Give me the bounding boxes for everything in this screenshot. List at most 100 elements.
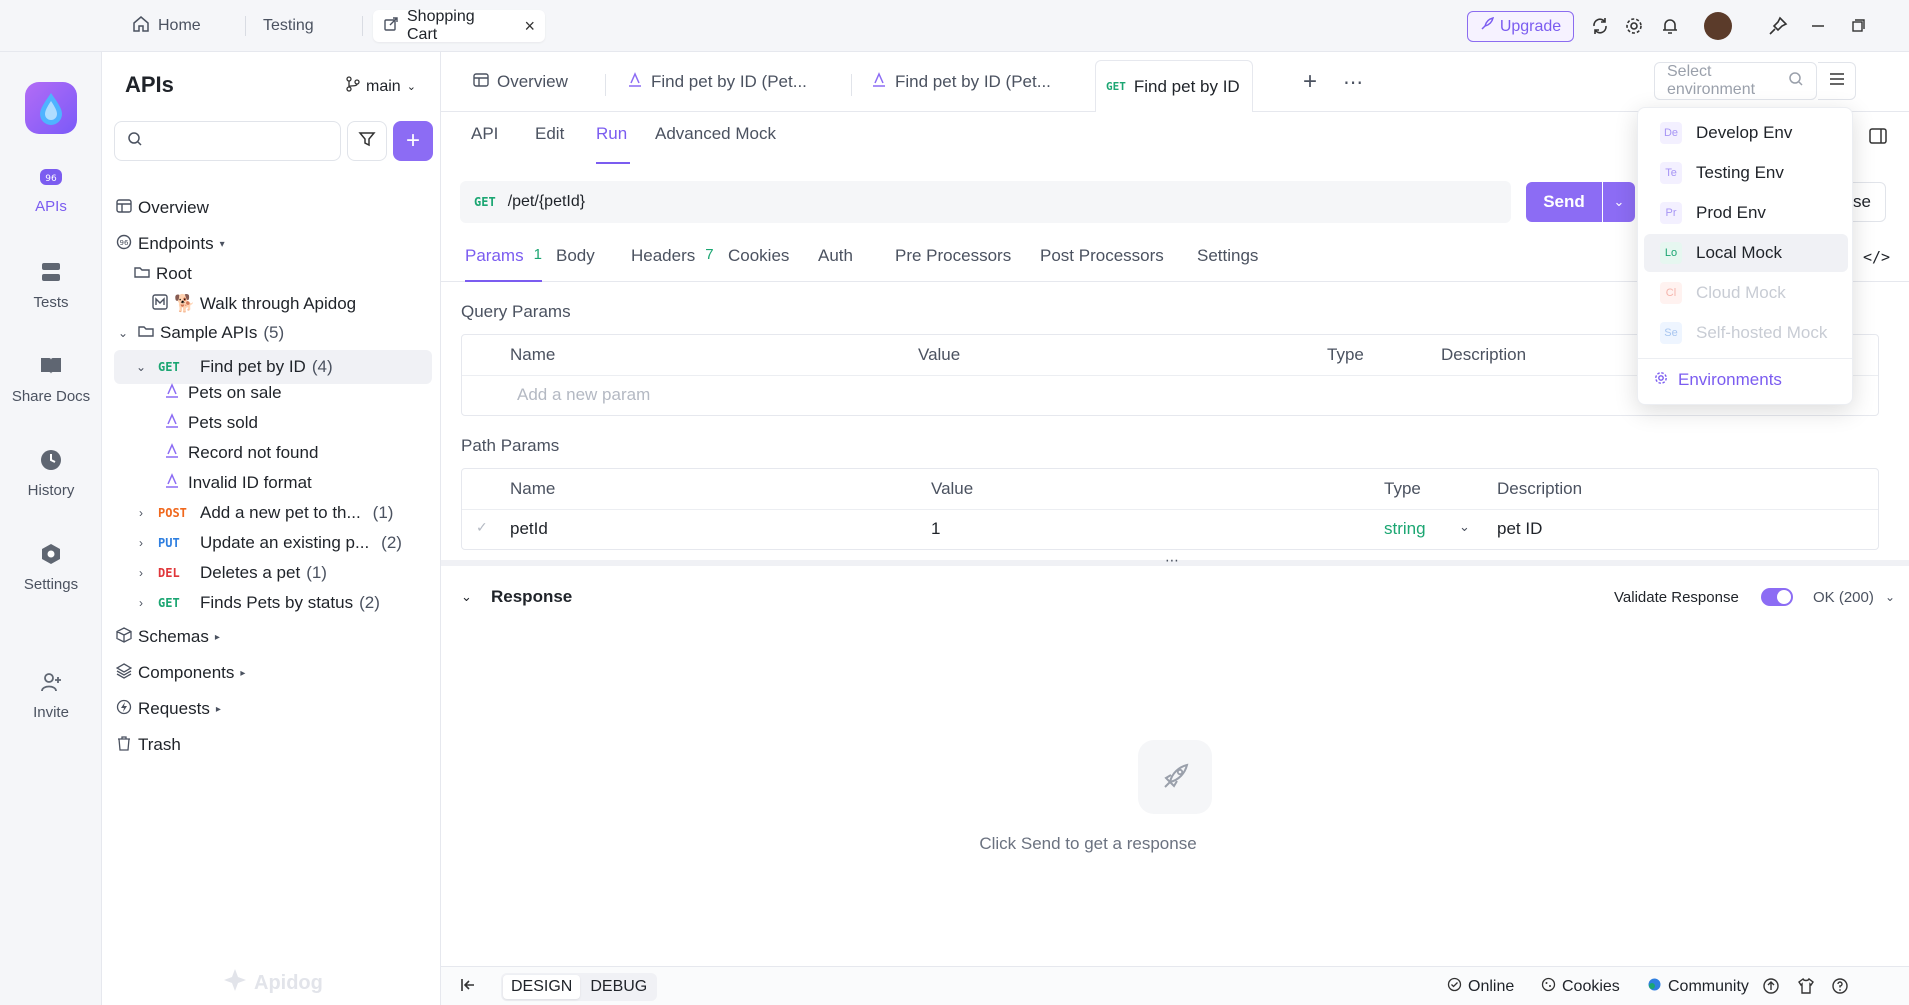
tree-sample-apis-count: (5) <box>263 323 285 342</box>
maximize-icon[interactable] <box>1846 14 1870 38</box>
endpoint-count: (1) <box>372 503 394 522</box>
env-option-prod[interactable]: Pr Prod Env <box>1644 194 1848 232</box>
tab-post-processors[interactable]: Post Processors <box>1040 246 1164 282</box>
nav-settings[interactable]: Settings <box>0 542 102 593</box>
doc-tab[interactable]: Find pet by ID (Pet... <box>617 60 817 104</box>
environment-menu-button[interactable] <box>1818 62 1856 100</box>
send-options-button[interactable]: ⌄ <box>1603 182 1635 222</box>
tab-params[interactable]: Params 1 <box>465 246 542 282</box>
help-icon[interactable] <box>1831 977 1849 1000</box>
nav-share-docs[interactable]: Share Docs <box>0 354 102 405</box>
env-option-local-mock[interactable]: Lo Local Mock <box>1644 234 1848 272</box>
online-status[interactable]: Online <box>1447 977 1514 997</box>
env-option-testing[interactable]: Te Testing Env <box>1644 154 1848 192</box>
case-item[interactable]: Pets on sale <box>164 376 282 410</box>
tab-pre-processors[interactable]: Pre Processors <box>895 246 1011 282</box>
tree-endpoint-item[interactable]: › PUT Update an existing p... (2) <box>134 526 402 560</box>
layout-panel-icon[interactable] <box>1868 126 1888 151</box>
tree-requests[interactable]: Requests ▸ <box>116 692 221 726</box>
param-name[interactable]: petId <box>510 519 548 539</box>
url-bar[interactable]: GET /pet/{petId} <box>460 181 1511 223</box>
svg-text:96: 96 <box>120 239 129 247</box>
param-type[interactable]: string <box>1384 519 1426 539</box>
resize-handle[interactable]: ⋯ <box>441 552 1909 568</box>
tree-endpoints[interactable]: 96 Endpoints ▾ <box>116 227 225 261</box>
tree-endpoint-item[interactable]: › GET Finds Pets by status (2) <box>134 586 380 620</box>
branch-selector[interactable]: main ⌄ <box>346 76 416 97</box>
chevron-down-icon[interactable]: ⌄ <box>1885 590 1895 604</box>
upgrade-button[interactable]: Upgrade <box>1467 11 1574 42</box>
sync-icon[interactable] <box>1588 14 1612 38</box>
case-item[interactable]: Record not found <box>164 436 318 470</box>
tab-headers[interactable]: Headers 7 <box>631 246 714 282</box>
gear-icon[interactable] <box>1622 14 1646 38</box>
status-select[interactable]: OK (200) <box>1813 589 1874 606</box>
tab-settings[interactable]: Settings <box>1197 246 1258 282</box>
validate-toggle[interactable] <box>1761 588 1793 606</box>
debug-mode-button[interactable]: DEBUG <box>582 975 655 999</box>
sidebar-search[interactable] <box>114 121 341 161</box>
param-description[interactable]: pet ID <box>1497 519 1542 539</box>
tree-components[interactable]: Components ▸ <box>115 656 245 690</box>
chevron-down-icon[interactable]: ⌄ <box>461 589 491 605</box>
bell-icon[interactable] <box>1658 14 1682 38</box>
tree-overview[interactable]: Overview <box>116 191 209 225</box>
upload-icon[interactable] <box>1762 977 1780 1000</box>
tab-run[interactable]: Run <box>596 124 630 164</box>
case-item[interactable]: Pets sold <box>164 406 258 440</box>
tab-testing[interactable]: Testing <box>253 10 324 42</box>
add-param-input[interactable]: Add a new param <box>517 385 650 405</box>
tree-sample-apis[interactable]: ⌄ Sample APIs (5) <box>116 316 284 350</box>
design-mode-button[interactable]: DESIGN <box>503 975 581 999</box>
filter-button[interactable] <box>347 121 387 161</box>
tab-api[interactable]: API <box>471 124 498 164</box>
doc-tab-label: Find pet by ID (Pet... <box>895 72 1051 91</box>
send-button[interactable]: Send <box>1526 182 1602 222</box>
doc-tab[interactable]: Overview <box>463 60 578 104</box>
env-option-label: Local Mock <box>1696 243 1782 262</box>
tree-root[interactable]: Root <box>134 257 192 291</box>
cookies-button[interactable]: Cookies <box>1541 977 1620 997</box>
code-icon[interactable]: </> <box>1863 248 1890 266</box>
tab-edit[interactable]: Edit <box>535 124 564 164</box>
tree-endpoint-item[interactable]: › DEL Deletes a pet (1) <box>134 556 327 590</box>
tab-advanced-mock[interactable]: Advanced Mock <box>655 124 776 164</box>
param-value[interactable]: 1 <box>931 519 940 539</box>
nav-tests[interactable]: Tests <box>0 260 102 311</box>
tab-cookies[interactable]: Cookies <box>728 246 789 282</box>
collapse-sidebar-icon[interactable] <box>459 976 477 999</box>
nav-apis[interactable]: 96 APIs <box>0 166 102 215</box>
tree-schemas[interactable]: Schemas ▸ <box>116 620 220 654</box>
search-input[interactable] <box>151 132 331 150</box>
tab-body[interactable]: Body <box>556 246 595 282</box>
tab-home[interactable]: Home <box>122 10 211 42</box>
minimize-icon[interactable] <box>1806 14 1830 38</box>
nav-invite[interactable]: Invite <box>0 670 102 721</box>
env-chip: Se <box>1660 322 1682 344</box>
row-check-icon[interactable]: ✓ <box>476 519 488 536</box>
close-icon[interactable]: × <box>524 16 535 37</box>
tree-trash[interactable]: Trash <box>116 728 181 762</box>
layers-icon <box>115 662 133 684</box>
url-path[interactable]: /pet/{petId} <box>508 193 585 211</box>
community-button[interactable]: Community <box>1647 977 1749 997</box>
env-option-develop[interactable]: De Develop Env <box>1644 114 1848 152</box>
endpoint-count: (2) <box>359 593 380 612</box>
nav-history[interactable]: History <box>0 448 102 499</box>
tab-auth[interactable]: Auth <box>818 246 853 282</box>
more-tabs-button[interactable]: ⋯ <box>1333 60 1373 104</box>
add-button[interactable]: + <box>393 121 433 161</box>
environment-select[interactable]: Select environment <box>1654 62 1817 100</box>
doc-tab[interactable]: Find pet by ID (Pet... <box>861 60 1061 104</box>
doc-tab-active[interactable]: GET Find pet by ID <box>1095 60 1253 112</box>
env-chip: Pr <box>1660 202 1682 224</box>
tab-shopping-cart[interactable]: Shopping Cart × <box>373 8 545 43</box>
shirt-icon[interactable] <box>1797 977 1815 1000</box>
avatar[interactable] <box>1704 12 1732 40</box>
chevron-down-icon[interactable]: ⌄ <box>1459 519 1470 535</box>
case-item[interactable]: Invalid ID format <box>164 466 312 500</box>
manage-environments-link[interactable]: Environments <box>1654 370 1782 390</box>
pin-icon[interactable] <box>1766 14 1790 38</box>
new-tab-button[interactable]: + <box>1293 60 1327 104</box>
tree-endpoint-item[interactable]: › POST Add a new pet to th... (1) <box>134 496 393 530</box>
